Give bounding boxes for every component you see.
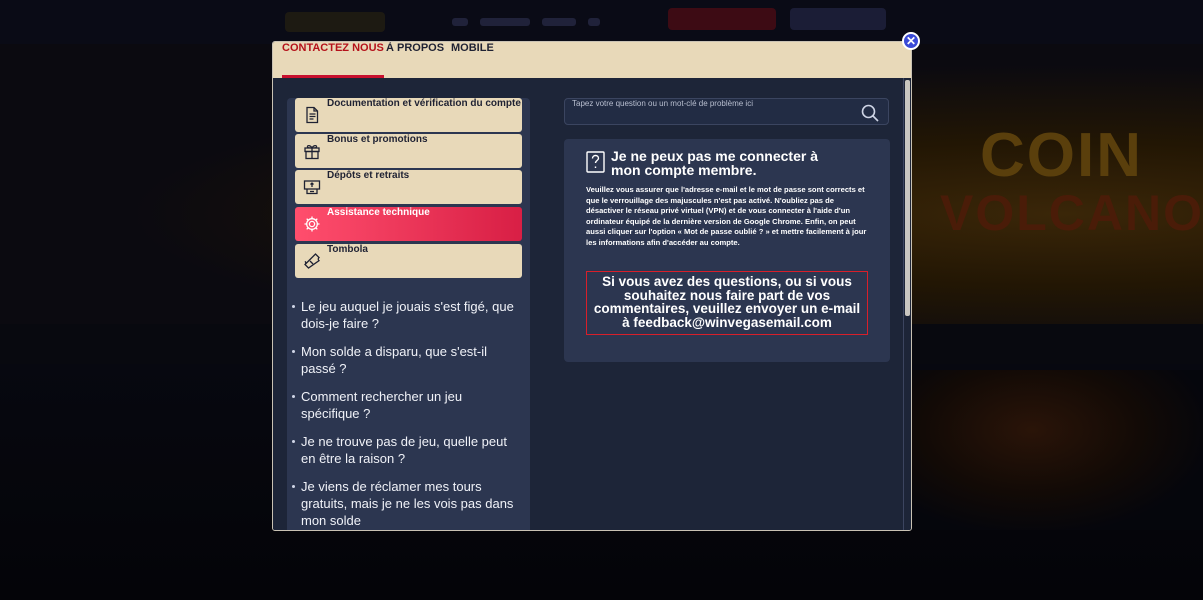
menu-item-bonus[interactable]: Bonus et promotions [295, 134, 522, 168]
gear-icon [304, 216, 320, 232]
menu-item-label: Assistance technique [327, 207, 430, 218]
faq-question[interactable]: Mon solde a disparu, que s'est-il passé … [301, 343, 521, 377]
bullet-icon [292, 395, 295, 398]
faq-item[interactable]: Je viens de réclamer mes tours gratuits,… [292, 478, 521, 529]
question-icon [586, 151, 605, 173]
background-game-artwork: COIN VOLCANO [940, 121, 1203, 241]
bullet-icon [292, 350, 295, 353]
background-nav-item [542, 18, 576, 26]
menu-item-documentation[interactable]: Documentation et vérification du compte [295, 98, 522, 132]
close-icon: ✕ [905, 34, 917, 48]
contact-feedback-box: Si vous avez des questions, ou si vous s… [586, 271, 868, 335]
answer-panel: Je ne peux pas me connecter à mon compte… [564, 139, 890, 362]
faq-question[interactable]: Je ne trouve pas de jeu, quelle peut en … [301, 433, 521, 467]
modal-tabs: CONTACTEZ NOUS À PROPOS MOBILE [273, 42, 911, 78]
faq-question[interactable]: Comment rechercher un jeu spécifique ? [301, 388, 521, 422]
gift-icon [304, 144, 320, 160]
search-bar[interactable]: Tapez votre question ou un mot-clé de pr… [564, 98, 889, 125]
scrollbar-thumb[interactable] [905, 80, 910, 316]
close-button[interactable]: ✕ [902, 32, 920, 50]
scrollbar[interactable] [903, 78, 911, 530]
faq-item[interactable]: Je ne trouve pas de jeu, quelle peut en … [292, 433, 521, 467]
bullet-icon [292, 485, 295, 488]
background-bottom-art [912, 370, 1203, 530]
background-register-button [668, 8, 776, 30]
menu-item-label: Documentation et vérification du compte [327, 98, 521, 109]
background-nav-item [588, 18, 600, 26]
background-nav-item [480, 18, 530, 26]
menu-item-technical-support[interactable]: Assistance technique [295, 207, 522, 241]
menu-item-label: Tombola [327, 244, 368, 255]
bullet-icon [292, 305, 295, 308]
tab-mobile[interactable]: MOBILE [451, 42, 494, 78]
menu-item-raffle[interactable]: Tombola [295, 244, 522, 278]
tab-contact-us[interactable]: CONTACTEZ NOUS [282, 42, 384, 78]
menu-item-label: Bonus et promotions [327, 134, 428, 145]
faq-item[interactable]: Comment rechercher un jeu spécifique ? [292, 388, 521, 422]
bullet-icon [292, 440, 295, 443]
background-login-button [790, 8, 886, 30]
faq-item[interactable]: Mon solde a disparu, que s'est-il passé … [292, 343, 521, 377]
answer-title: Je ne peux pas me connecter à mon compte… [611, 148, 818, 178]
modal-content: Documentation et vérification du compte … [273, 78, 903, 530]
help-modal: CONTACTEZ NOUS À PROPOS MOBILE Documenta… [272, 41, 912, 531]
search-input[interactable]: Tapez votre question ou un mot-clé de pr… [572, 99, 753, 108]
document-icon [306, 106, 319, 124]
faq-question[interactable]: Je viens de réclamer mes tours gratuits,… [301, 478, 521, 529]
tab-about[interactable]: À PROPOS [386, 42, 444, 78]
search-icon[interactable] [861, 104, 879, 122]
faq-item[interactable]: Le jeu auquel je jouais s'est figé, que … [292, 298, 521, 332]
menu-item-deposits[interactable]: Dépôts et retraits [295, 170, 522, 204]
ticket-icon [304, 253, 321, 269]
background-header [0, 0, 1203, 44]
background-nav-item [452, 18, 468, 26]
answer-body: Veuillez vous assurer que l'adresse e-ma… [586, 185, 867, 247]
background-logo [285, 12, 385, 32]
faq-question[interactable]: Le jeu auquel je jouais s'est figé, que … [301, 298, 521, 332]
wallet-icon [303, 180, 321, 195]
menu-item-label: Dépôts et retraits [327, 170, 410, 181]
help-categories-panel: Documentation et vérification du compte … [287, 98, 530, 530]
